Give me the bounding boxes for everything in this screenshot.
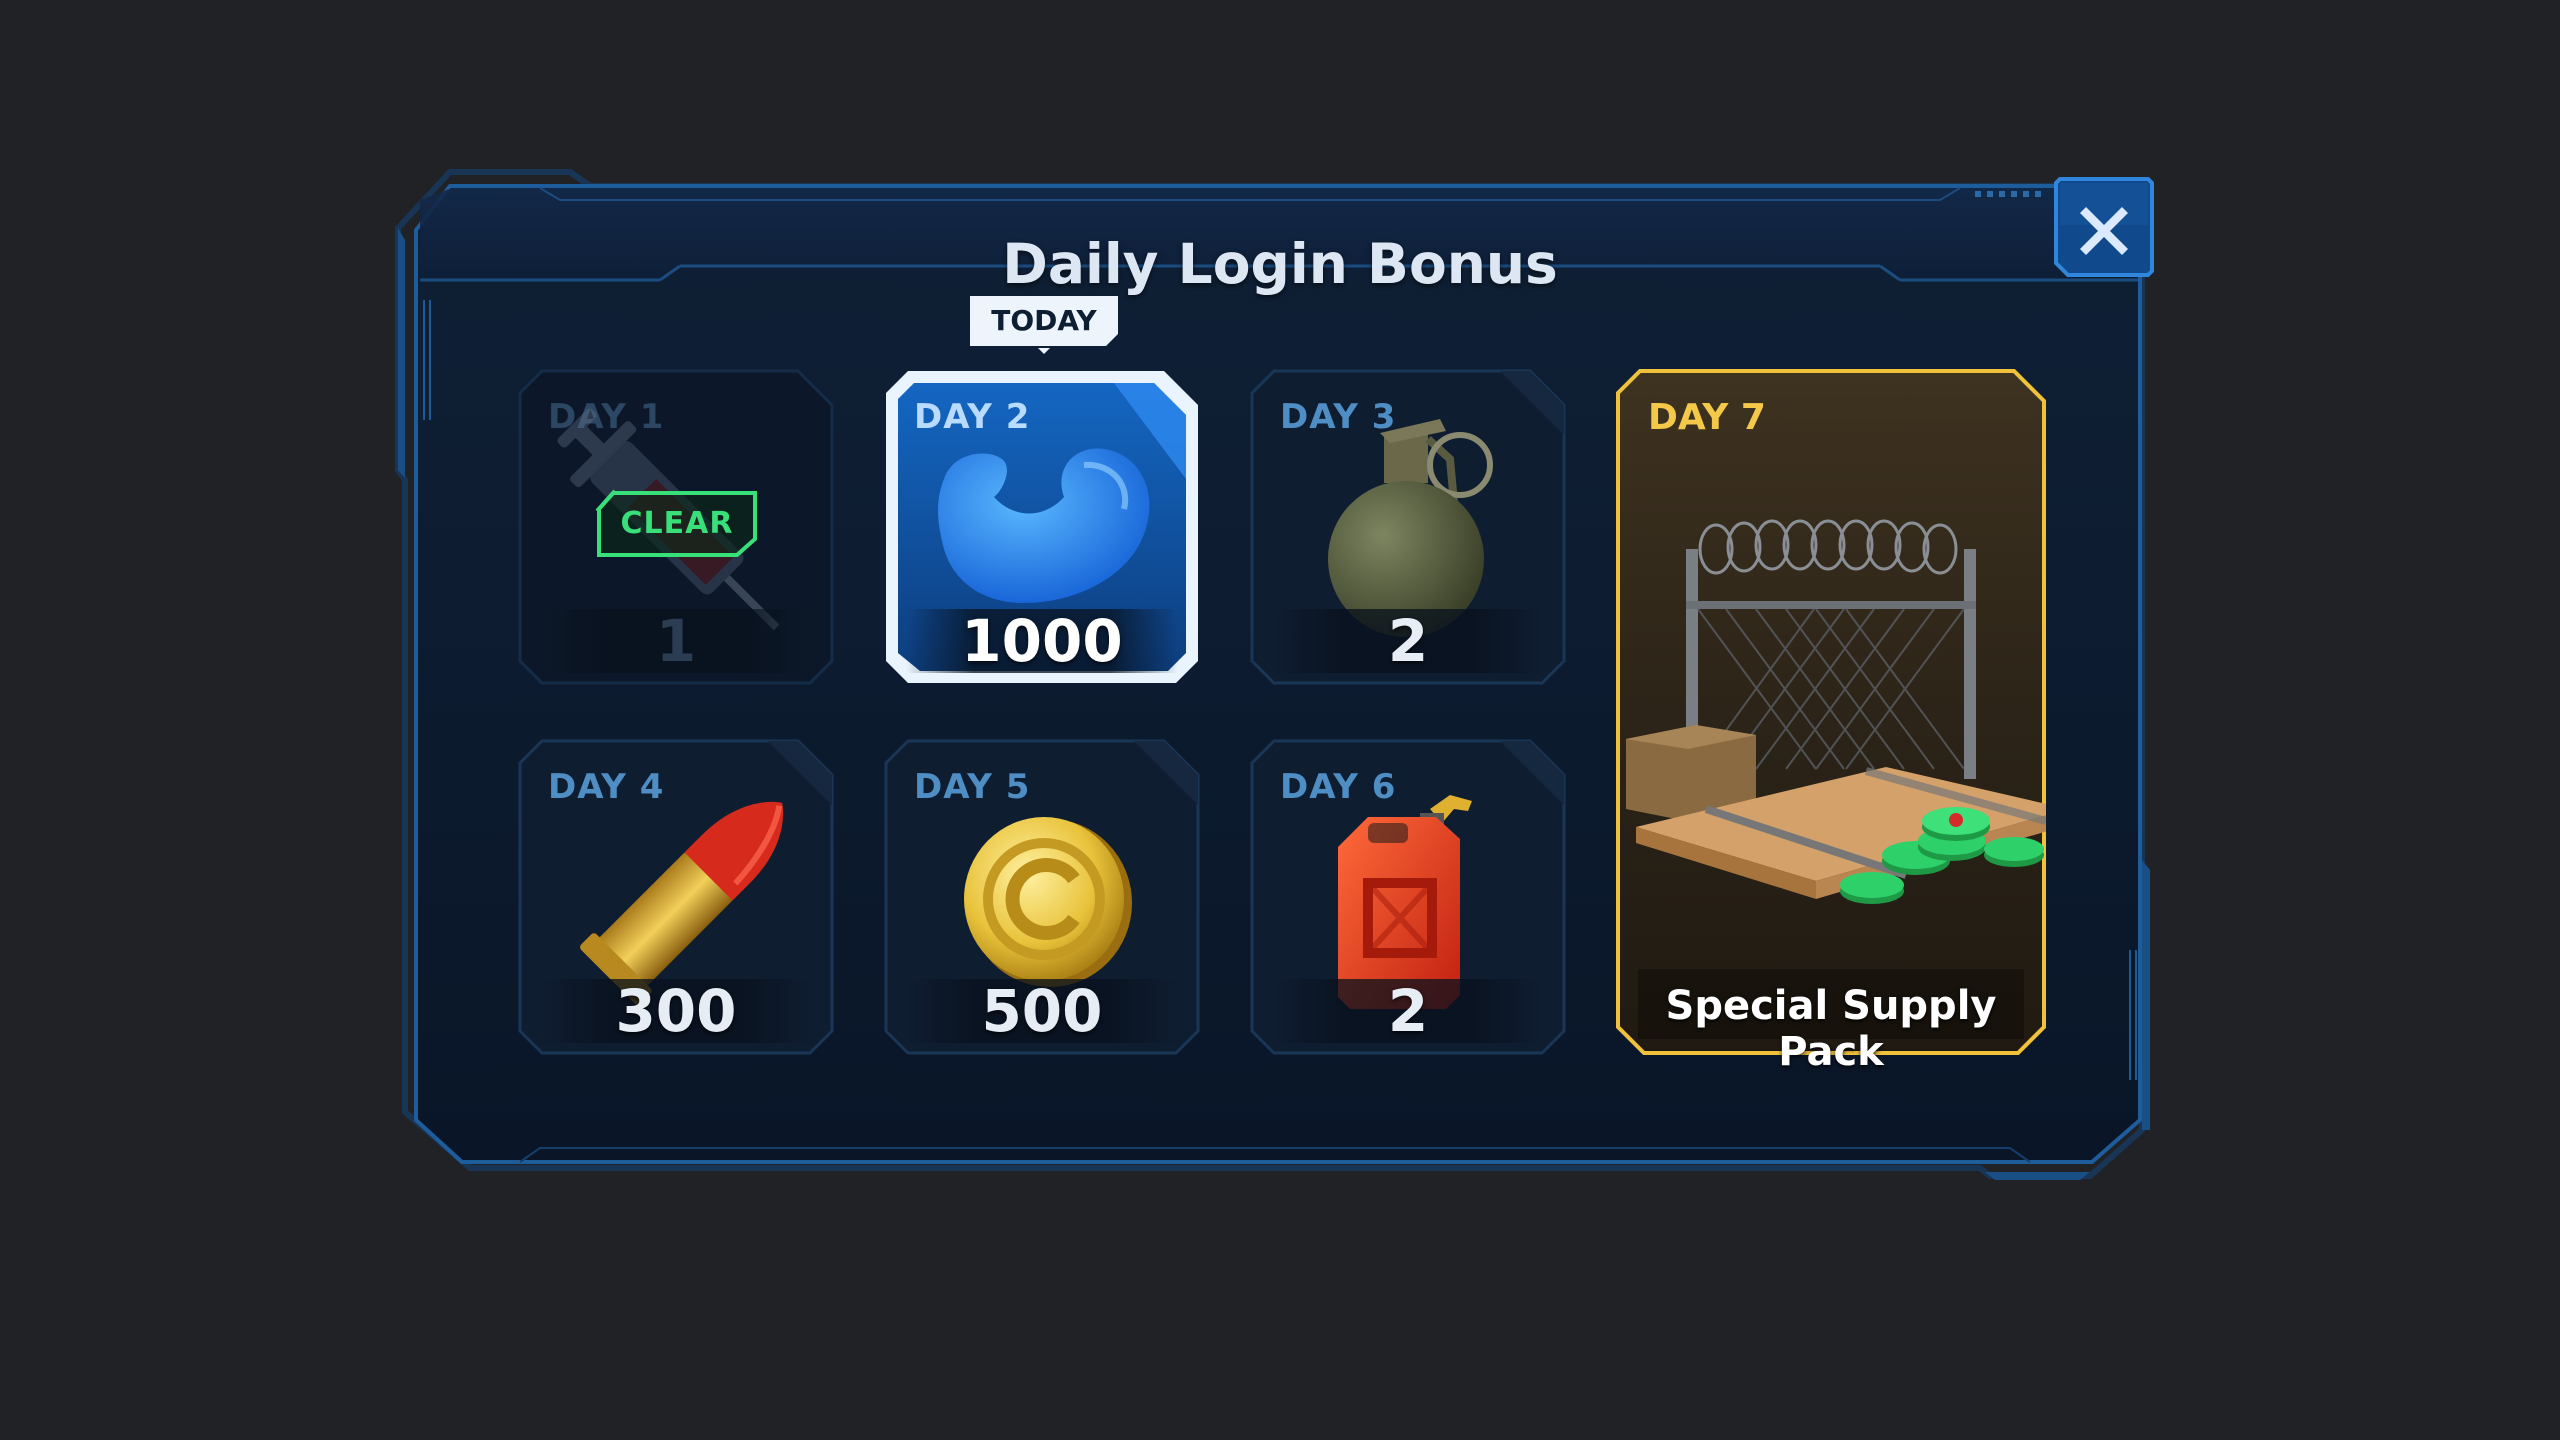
- reward-count: 500: [981, 977, 1103, 1045]
- day-card-2[interactable]: DAY 2 1000: [884, 369, 1200, 685]
- supply-crate-icon: [1626, 519, 2046, 904]
- close-button[interactable]: [2052, 175, 2156, 279]
- day-card-1[interactable]: DAY 1 1 CLEAR: [518, 369, 834, 685]
- day-card-5[interactable]: DAY 5 500: [884, 739, 1200, 1055]
- reward-count: 300: [615, 977, 737, 1045]
- day-card-3[interactable]: DAY 3 2: [1250, 369, 1566, 685]
- day-card-6[interactable]: DAY 6 2: [1250, 739, 1566, 1055]
- pack-name: Special Supply Pack: [1665, 983, 1997, 1075]
- day-card-4[interactable]: DAY 4 300: [518, 739, 834, 1055]
- reward-count: 2: [1387, 977, 1429, 1045]
- close-icon: [2054, 177, 2154, 277]
- dialog-title: Daily Login Bonus: [1002, 232, 1558, 296]
- dialog-frame: [395, 169, 2150, 1180]
- day-card-7[interactable]: DAY 7 Special Supply Pack: [1616, 369, 2046, 1075]
- reward-count: 2: [1387, 607, 1429, 675]
- clear-stamp: CLEAR: [595, 489, 759, 559]
- today-tag-label: TODAY: [991, 304, 1097, 337]
- screen: Daily Login Bonus TODAY DAY 1 1 CLEAR DA…: [0, 0, 2560, 1440]
- reward-count: 1000: [961, 607, 1123, 675]
- clear-label: CLEAR: [620, 506, 734, 541]
- reward-count: 1: [655, 607, 697, 675]
- today-tag: TODAY: [966, 294, 1122, 354]
